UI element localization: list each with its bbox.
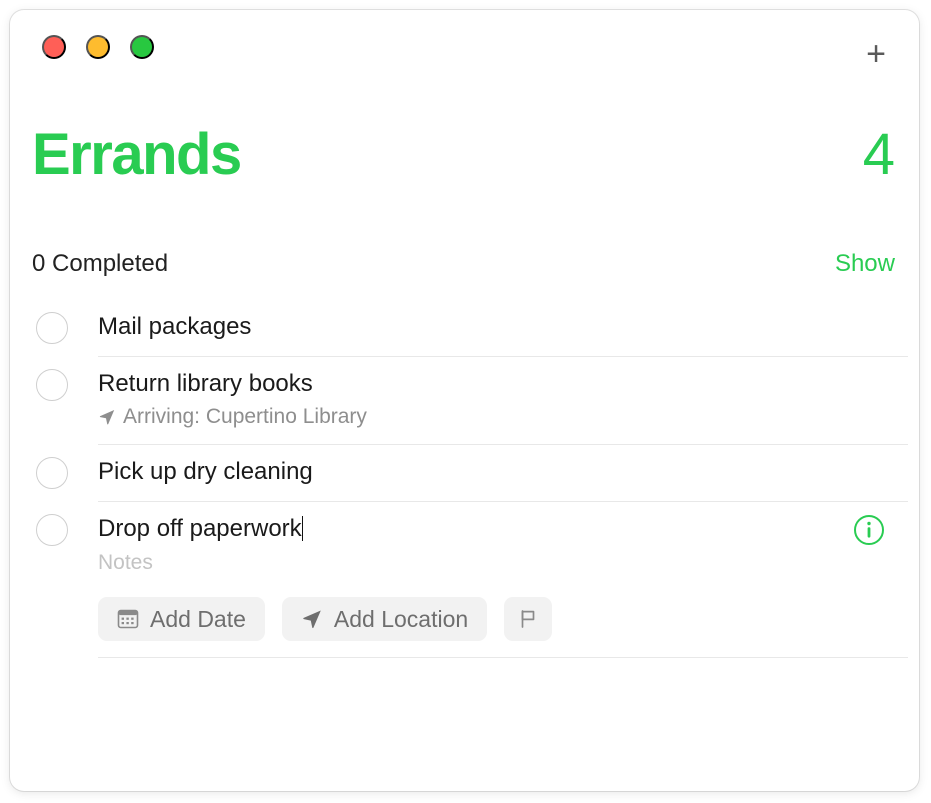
reminder-complete-checkbox[interactable] bbox=[36, 514, 68, 546]
reminder-title[interactable]: Return library books bbox=[98, 367, 919, 401]
reminder-row[interactable]: Pick up dry cleaning bbox=[10, 445, 919, 501]
location-arrow-icon bbox=[98, 408, 116, 426]
reminder-detail-actions: Add Date Add Location bbox=[98, 591, 919, 657]
add-reminder-button[interactable]: + bbox=[855, 33, 897, 75]
info-circle-icon bbox=[854, 515, 884, 545]
reminder-title-editing[interactable]: Drop off paperwork bbox=[98, 512, 919, 546]
list-title: Errands bbox=[32, 122, 242, 187]
reminder-title[interactable]: Mail packages bbox=[98, 310, 919, 344]
reminder-complete-checkbox[interactable] bbox=[36, 312, 68, 344]
add-date-button[interactable]: Add Date bbox=[98, 597, 265, 641]
reminder-notes-placeholder[interactable]: Notes bbox=[98, 547, 919, 579]
reminder-body: Pick up dry cleaning bbox=[98, 445, 919, 501]
calendar-icon bbox=[117, 608, 139, 630]
completed-count-label: 0 Completed bbox=[32, 250, 169, 277]
location-arrow-icon bbox=[301, 608, 323, 630]
row-divider bbox=[98, 657, 908, 658]
close-window-button[interactable] bbox=[42, 35, 66, 59]
reminder-complete-checkbox[interactable] bbox=[36, 457, 68, 489]
reminder-row[interactable]: Mail packages bbox=[10, 300, 919, 356]
minimize-window-button[interactable] bbox=[86, 35, 110, 59]
reminder-location-subtitle: Arriving: Cupertino Library bbox=[98, 402, 919, 432]
list-header: Errands 4 bbox=[10, 115, 919, 205]
reminder-body: Mail packages bbox=[98, 300, 919, 356]
flag-icon bbox=[517, 608, 539, 630]
reminder-list: Mail packages Return library books Arriv… bbox=[10, 300, 919, 658]
text-cursor bbox=[301, 516, 304, 541]
reminder-location-text: Arriving: Cupertino Library bbox=[123, 405, 367, 428]
reminder-body: Drop off paperwork Notes bbox=[98, 502, 919, 591]
reminder-count: 4 bbox=[862, 122, 895, 187]
window-titlebar: + bbox=[10, 10, 919, 90]
add-date-label: Add Date bbox=[150, 605, 246, 632]
reminder-complete-checkbox[interactable] bbox=[36, 369, 68, 401]
add-location-label: Add Location bbox=[333, 605, 469, 632]
flag-button[interactable] bbox=[504, 597, 553, 641]
reminder-row[interactable]: Return library books Arriving: Cupertino… bbox=[10, 357, 919, 444]
traffic-light-controls bbox=[42, 35, 154, 59]
reminder-info-button[interactable] bbox=[853, 514, 885, 546]
reminder-body: Return library books Arriving: Cupertino… bbox=[98, 357, 919, 444]
maximize-window-button[interactable] bbox=[130, 35, 154, 59]
add-location-button[interactable]: Add Location bbox=[281, 597, 488, 641]
reminder-title[interactable]: Pick up dry cleaning bbox=[98, 455, 919, 489]
reminder-title-text: Drop off paperwork bbox=[98, 515, 302, 542]
reminders-window: + Errands 4 0 Completed Show Mail packag… bbox=[10, 10, 919, 791]
completed-bar: 0 Completed Show bbox=[10, 238, 919, 290]
reminder-row-selected[interactable]: Drop off paperwork Notes bbox=[10, 502, 919, 591]
show-completed-button[interactable]: Show bbox=[835, 238, 895, 290]
